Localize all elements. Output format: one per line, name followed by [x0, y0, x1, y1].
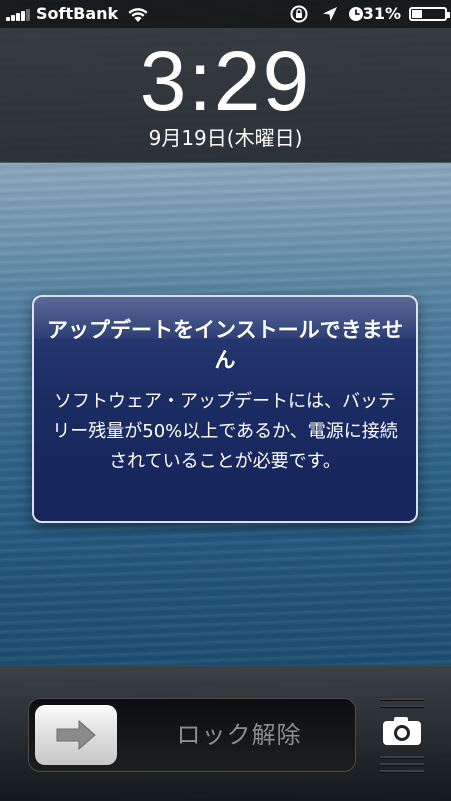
battery-level-fill [412, 10, 422, 18]
battery-percentage: 31% [362, 4, 401, 23]
alert-title: アップデートをインストールできません [47, 318, 403, 372]
rotation-lock-icon [290, 5, 308, 23]
grip-line [380, 698, 424, 701]
grip-line [380, 756, 424, 759]
camera-icon[interactable] [382, 716, 422, 746]
clock-time: 3:29 [139, 34, 312, 128]
carrier-name: SoftBank [36, 4, 119, 23]
unlock-label: ロック解除 [176, 721, 302, 749]
lock-clock-panel: 3:29 9月19日(木曜日) [0, 28, 451, 163]
alert-dialog[interactable]: アップデートをインストールできません ソフトウェア・アップデートには、バッテリー… [32, 295, 418, 523]
grip-line [380, 763, 424, 766]
grip-line [380, 770, 424, 773]
battery-icon [409, 7, 450, 21]
unlock-panel: ロック解除 [0, 665, 451, 801]
status-bar: SoftBank 31% [0, 0, 451, 28]
signal-icon [6, 9, 32, 21]
arrow-right-icon [56, 719, 96, 751]
wifi-icon [128, 8, 148, 22]
slider-knob[interactable] [35, 705, 117, 765]
unlock-slider[interactable]: ロック解除 [28, 698, 356, 772]
camera-grabber[interactable] [376, 692, 428, 778]
grip-line [380, 705, 424, 708]
location-arrow-icon [323, 7, 337, 21]
clock-date: 9月19日(木曜日) [148, 126, 303, 150]
alarm-clock-icon [349, 7, 363, 21]
alert-message: ソフトウェア・アップデートには、バッテリー残量が50%以上であるか、電源に接続さ… [52, 391, 398, 472]
